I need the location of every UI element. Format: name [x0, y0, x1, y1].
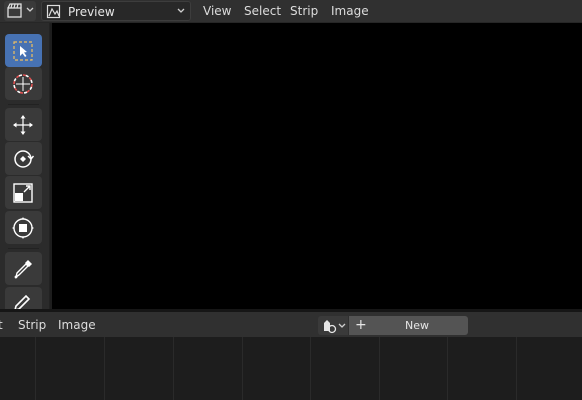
- cursor-icon: [13, 74, 33, 94]
- tool-sample[interactable]: [5, 252, 42, 285]
- sequencer-header: t Strip Image + New: [0, 312, 582, 337]
- view-mode-dropdown[interactable]: Preview: [41, 1, 191, 21]
- menu-view[interactable]: View: [203, 4, 231, 18]
- menu-select[interactable]: Select: [244, 4, 281, 18]
- tool-scale[interactable]: [5, 176, 42, 209]
- grid-line: [310, 337, 311, 400]
- tool-rotate[interactable]: [5, 142, 42, 175]
- browse-datablock-button[interactable]: [318, 316, 348, 335]
- tool-transform[interactable]: [5, 211, 42, 244]
- chevron-down-icon: [26, 7, 34, 12]
- move-icon: [13, 115, 33, 135]
- sequencer-clapper-icon: [7, 3, 22, 18]
- scale-icon: [13, 183, 33, 203]
- rotate-icon: [14, 150, 35, 168]
- editor-type-button[interactable]: [4, 1, 36, 21]
- chevron-down-icon: [177, 8, 185, 13]
- view-mode-label: Preview: [68, 5, 115, 19]
- browse-image-icon: [324, 320, 346, 334]
- grid-line: [516, 337, 517, 400]
- grid-line: [447, 337, 448, 400]
- preview-header: Preview View Select Strip Image: [0, 0, 582, 23]
- grid-line: [173, 337, 174, 400]
- menu-strip[interactable]: Strip: [18, 318, 46, 332]
- eyedropper-icon: [14, 260, 32, 279]
- tool-select-box[interactable]: [5, 34, 42, 67]
- tool-annotate[interactable]: [5, 287, 42, 315]
- menu-image[interactable]: Image: [331, 4, 369, 18]
- tool-move[interactable]: [5, 108, 42, 141]
- timeline-area[interactable]: [0, 337, 582, 400]
- new-button[interactable]: + New: [349, 316, 468, 335]
- grid-line: [379, 337, 380, 400]
- grid-line: [35, 337, 36, 400]
- grid-line: [104, 337, 105, 400]
- menu-select-partial[interactable]: t: [0, 318, 3, 332]
- preview-image-icon: [46, 4, 61, 19]
- select-box-icon: [13, 41, 33, 61]
- transform-icon: [12, 217, 34, 239]
- tool-shelf: [0, 23, 50, 315]
- menu-image[interactable]: Image: [58, 318, 96, 332]
- preview-viewport[interactable]: [52, 23, 582, 309]
- tool-cursor[interactable]: [5, 67, 42, 100]
- plus-icon: +: [355, 317, 367, 333]
- new-button-label: New: [405, 319, 429, 332]
- menu-strip[interactable]: Strip: [290, 4, 318, 18]
- grid-line: [242, 337, 243, 400]
